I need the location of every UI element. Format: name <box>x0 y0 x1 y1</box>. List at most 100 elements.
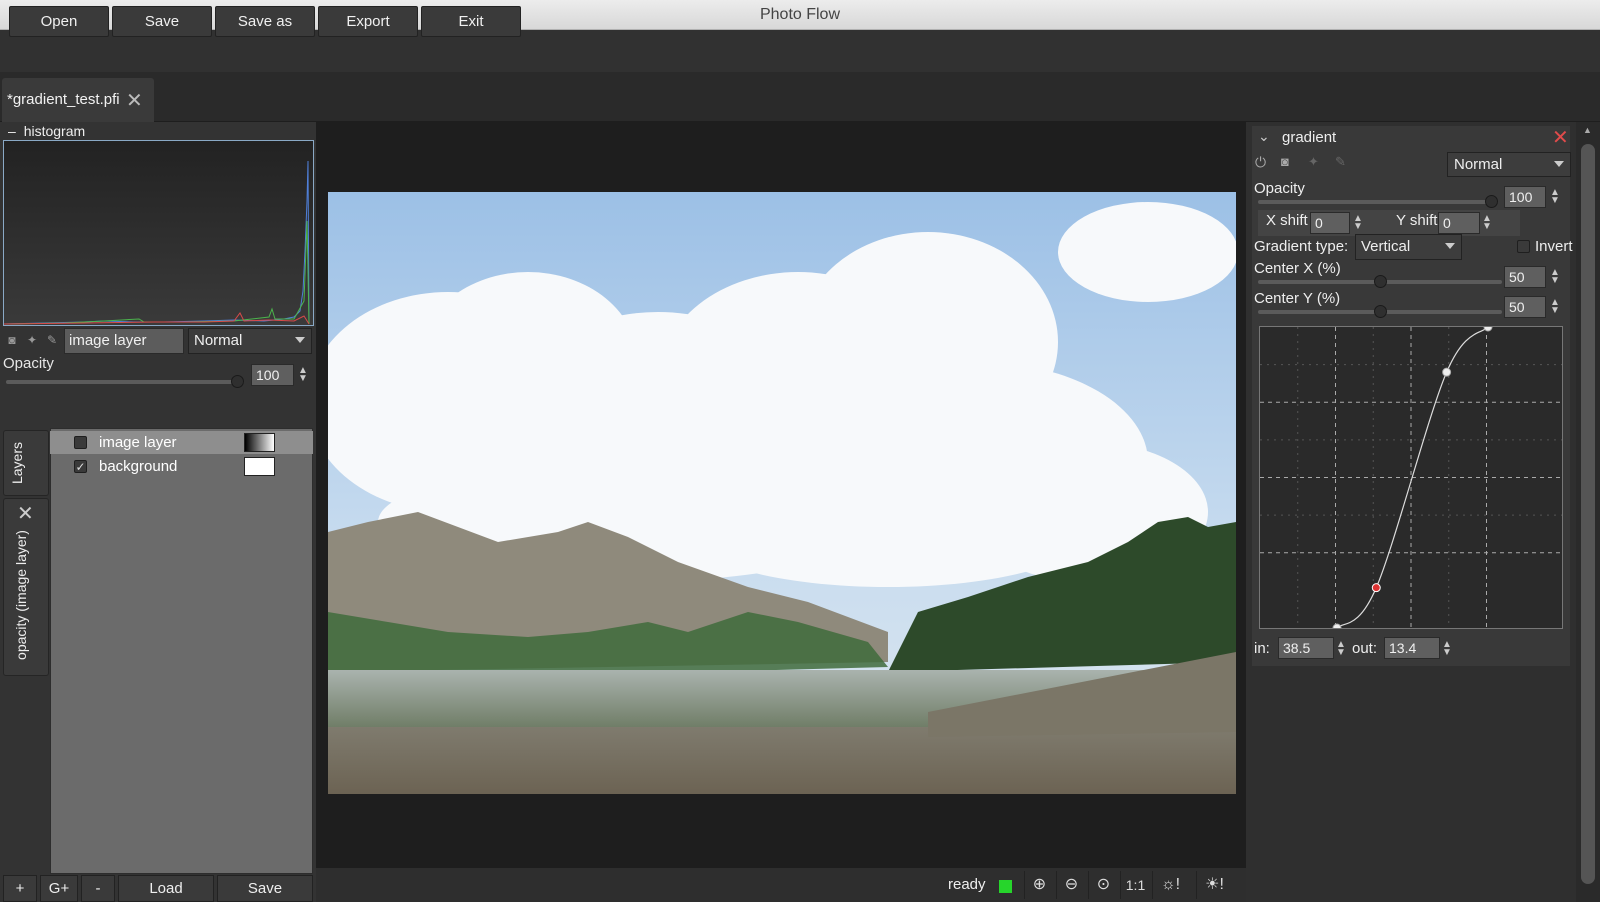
histogram <box>3 140 314 326</box>
histogram-plot <box>3 141 313 325</box>
layer-name-input[interactable]: image layer <box>64 328 184 354</box>
spin-arrows-icon[interactable]: ▲ ▼ <box>1482 214 1492 232</box>
gradient-type-select[interactable]: Vertical <box>1355 234 1462 260</box>
sun-warning-icon[interactable]: ☀! <box>1196 871 1232 899</box>
power-icon[interactable]: ⏻ <box>1255 154 1266 171</box>
zoom-in-icon[interactable]: ⊕ <box>1024 871 1054 899</box>
spin-arrows-icon[interactable]: ▲ ▼ <box>1353 214 1363 232</box>
status-indicator <box>999 880 1012 893</box>
zoom-fit-icon[interactable]: ⊙ <box>1088 871 1118 899</box>
curve-in-label: in: <box>1254 640 1270 657</box>
curve-in-input[interactable]: 38.5 <box>1278 637 1334 659</box>
gradient-opacity-slider-knob[interactable] <box>1485 195 1498 208</box>
center-x-input[interactable]: 50 <box>1504 266 1546 288</box>
curve-out-label: out: <box>1352 640 1378 657</box>
chevron-down-icon[interactable]: ⌄ <box>1258 128 1270 145</box>
gradient-opacity-label: Opacity <box>1254 180 1305 197</box>
exit-button[interactable]: Exit <box>421 6 521 37</box>
layer-row-background[interactable]: ✓ background <box>50 455 313 478</box>
landscape-image <box>328 192 1236 794</box>
open-button[interactable]: Open <box>9 6 109 37</box>
invert-label: Invert <box>1535 238 1573 255</box>
y-shift-input[interactable]: 0 <box>1438 212 1480 234</box>
center-y-label: Center Y (%) <box>1254 290 1341 307</box>
gradient-opacity-slider[interactable] <box>1258 200 1498 204</box>
remove-layer-button[interactable]: - <box>81 875 115 902</box>
save-as-button[interactable]: Save as <box>215 6 315 37</box>
curve-out-input[interactable]: 13.4 <box>1384 637 1440 659</box>
lakeshore <box>328 727 1236 794</box>
gradient-blend-mode-value: Normal <box>1454 156 1503 173</box>
layer-opacity-slider-knob[interactable] <box>231 375 244 388</box>
zoom-out-icon[interactable]: ⊖ <box>1056 871 1086 899</box>
center-x-slider-knob[interactable] <box>1373 275 1387 288</box>
image-preview[interactable] <box>328 192 1236 794</box>
save-button[interactable]: Save <box>112 6 212 37</box>
status-text: ready <box>948 876 986 893</box>
mask-icon[interactable]: ◙ <box>4 332 20 348</box>
layer-opacity-slider[interactable] <box>6 380 244 384</box>
brush-icon[interactable]: ✎ <box>1335 154 1346 170</box>
layer-thumbnail <box>244 457 275 476</box>
layer-opacity-label: Opacity <box>3 355 54 372</box>
layer-row-image-layer[interactable]: image layer <box>50 431 313 454</box>
tab-opacity-label: opacity (image layer) <box>12 530 29 660</box>
gradient-type-value: Vertical <box>1361 238 1411 255</box>
tab-layers-label: Layers <box>9 441 26 485</box>
sun-warning-icon[interactable]: ☼! <box>1152 871 1188 899</box>
layer-blend-mode-value: Normal <box>194 332 243 349</box>
curve-plot[interactable] <box>1260 322 1562 633</box>
document-tab[interactable]: *gradient_test.pfi ✕ <box>2 78 154 122</box>
mask-icon[interactable]: ◙ <box>1281 154 1289 169</box>
curve-point[interactable] <box>1483 322 1493 332</box>
spin-arrows-icon[interactable]: ▲ ▼ <box>1550 298 1560 316</box>
spin-arrows-icon[interactable]: ▲ ▼ <box>1550 188 1560 206</box>
curve-point[interactable] <box>1442 367 1452 377</box>
layer-name: background <box>99 458 178 475</box>
close-icon[interactable]: ✕ <box>17 501 34 526</box>
document-tab-bar: *gradient_test.pfi ✕ <box>0 72 1600 122</box>
layer-blend-mode-select[interactable]: Normal <box>188 328 312 354</box>
spin-arrows-icon[interactable]: ▲ ▼ <box>1336 640 1346 658</box>
x-shift-input[interactable]: 0 <box>1310 212 1350 234</box>
x-shift-label: X shift <box>1266 212 1308 229</box>
gradient-opacity-input[interactable]: 100 <box>1504 186 1546 208</box>
histogram-header[interactable]: – histogram <box>8 123 85 139</box>
center-y-slider-knob[interactable] <box>1373 305 1387 318</box>
close-icon[interactable]: ✕ <box>1552 125 1569 150</box>
chevron-down-icon <box>1554 161 1564 167</box>
spin-arrows-icon[interactable]: ▲ ▼ <box>1442 640 1452 658</box>
layer-name: image layer <box>99 434 177 451</box>
tab-layers[interactable]: Layers <box>3 430 49 496</box>
gradient-blend-mode-select[interactable]: Normal <box>1447 152 1571 177</box>
layer-visibility-checkbox[interactable] <box>74 436 87 449</box>
export-button[interactable]: Export <box>318 6 418 37</box>
spin-arrows-icon[interactable]: ▲ ▼ <box>298 366 308 384</box>
layer-visibility-checkbox[interactable]: ✓ <box>74 460 87 473</box>
add-group-button[interactable]: G+ <box>40 875 78 902</box>
scrollbar-thumb[interactable] <box>1581 144 1595 884</box>
save-preset-button[interactable]: Save <box>217 875 313 902</box>
curve-editor[interactable] <box>1259 322 1563 633</box>
tab-opacity-image-layer[interactable]: ✕ opacity (image layer) <box>3 498 49 676</box>
load-preset-button[interactable]: Load <box>118 875 214 902</box>
gradient-type-label: Gradient type: <box>1254 238 1349 255</box>
add-layer-button[interactable]: + <box>3 875 37 902</box>
zoom-1to1-button[interactable]: 1:1 <box>1120 871 1150 899</box>
layer-opacity-input[interactable]: 100 <box>251 364 294 386</box>
layer-thumbnail <box>244 433 275 452</box>
chevron-down-icon <box>295 337 305 343</box>
invert-checkbox[interactable] <box>1517 240 1530 253</box>
pin-icon[interactable]: ✦ <box>1308 154 1319 170</box>
pin-icon[interactable]: ✦ <box>24 332 40 348</box>
histogram-label: histogram <box>23 123 86 139</box>
center-x-label: Center X (%) <box>1254 260 1341 277</box>
scroll-up-icon[interactable]: ▲ <box>1583 125 1592 135</box>
curve-point[interactable] <box>1332 623 1342 633</box>
center-y-input[interactable]: 50 <box>1504 296 1546 318</box>
curve-point-selected[interactable] <box>1371 583 1381 593</box>
layers-list <box>50 428 313 874</box>
spin-arrows-icon[interactable]: ▲ ▼ <box>1550 268 1560 286</box>
close-tab-icon[interactable]: ✕ <box>126 88 143 113</box>
brush-icon[interactable]: ✎ <box>44 332 60 348</box>
